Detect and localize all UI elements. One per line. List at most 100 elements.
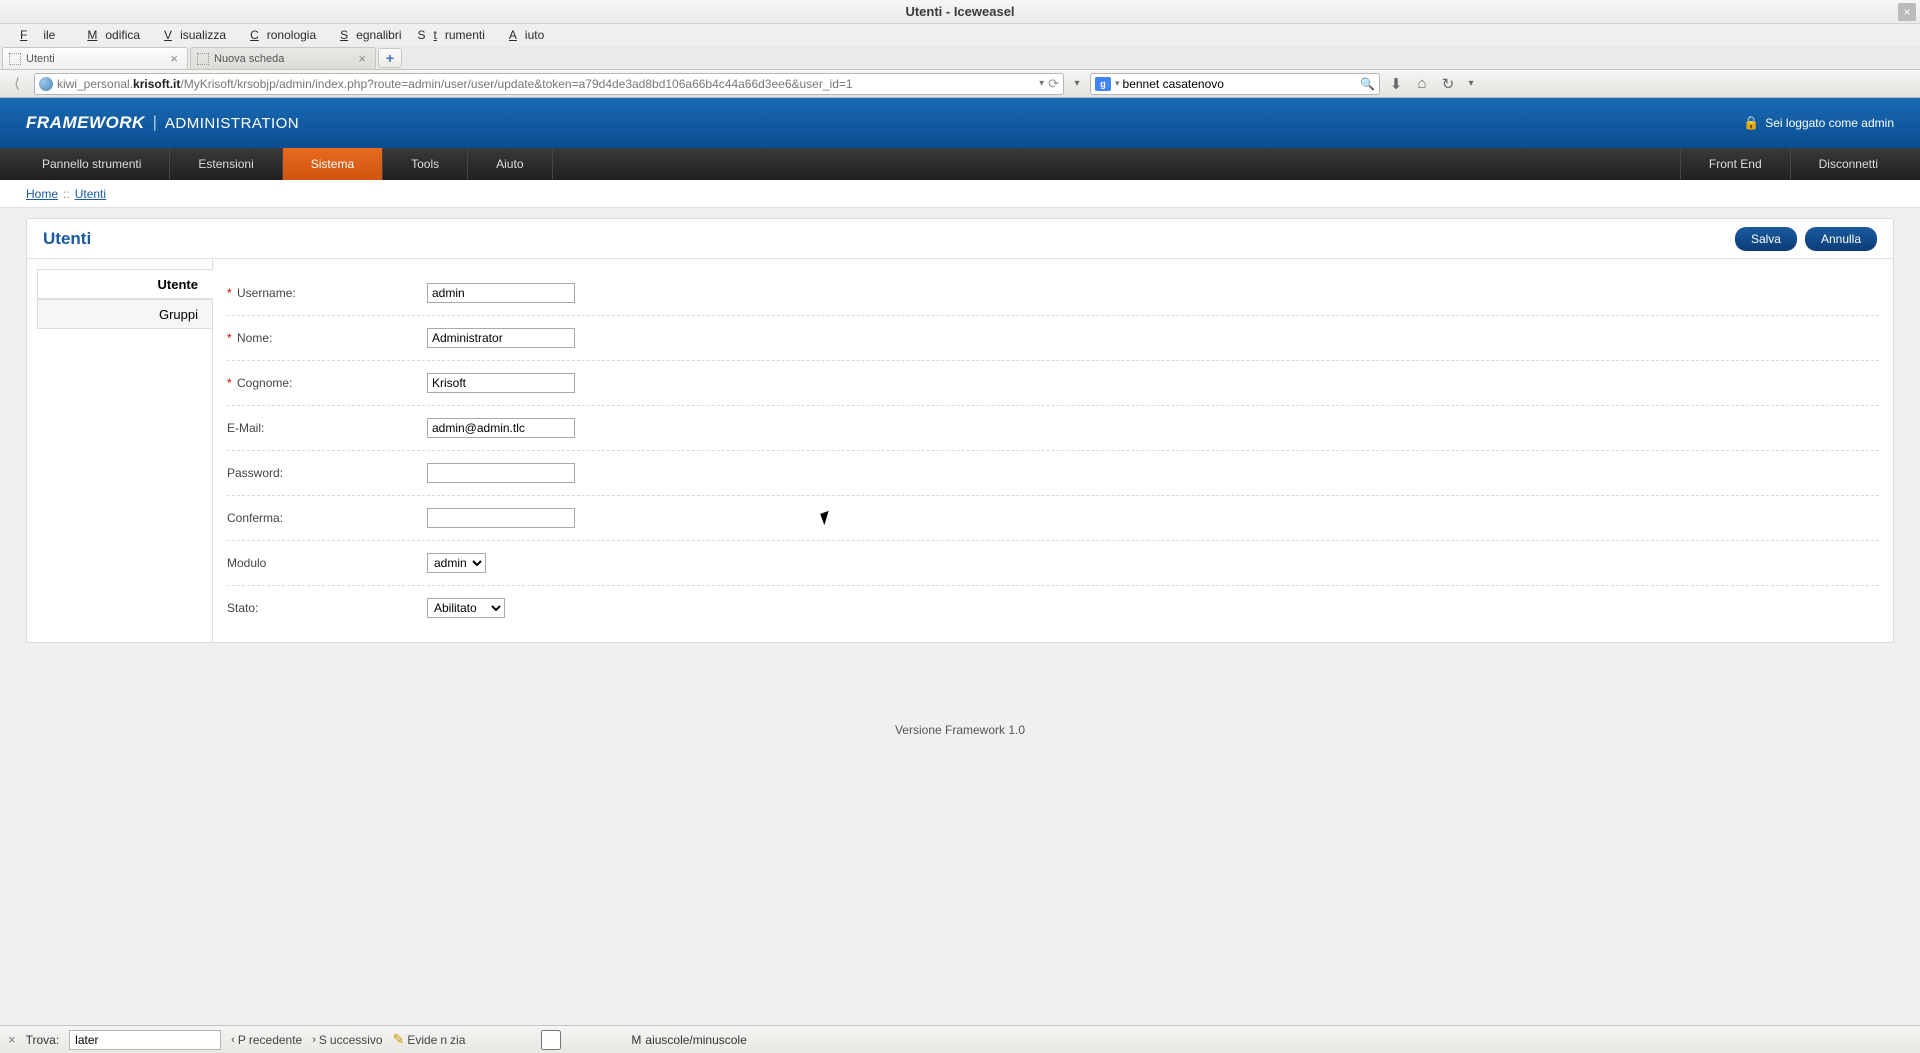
nav-tools[interactable]: Tools [383, 148, 468, 180]
favicon-placeholder-icon [197, 53, 209, 65]
findbar-input[interactable] [69, 1030, 221, 1050]
row-nome: * Nome: [227, 316, 1879, 361]
breadcrumb-separator: :: [63, 187, 70, 201]
row-email: E-Mail: [227, 406, 1879, 451]
content-panel: Utenti Salva Annulla Utente Gruppi * Use… [26, 218, 1894, 643]
annulla-button[interactable]: Annulla [1805, 227, 1877, 251]
input-password[interactable] [427, 463, 575, 483]
downloads-icon[interactable]: ⬇ [1386, 74, 1406, 94]
breadcrumb: Home :: Utenti [0, 180, 1920, 208]
tab-label: Utenti [26, 53, 55, 65]
tab-close-icon[interactable]: × [355, 51, 369, 66]
row-password: Password: [227, 451, 1879, 496]
brand-subtitle: ADMINISTRATION [165, 115, 299, 132]
home-icon[interactable]: ⌂ [1412, 74, 1432, 94]
menu-cronologia[interactable]: Cronologia [234, 26, 324, 44]
label-nome: Nome: [237, 331, 272, 345]
nav-estensioni[interactable]: Estensioni [170, 148, 282, 180]
label-cognome: Cognome: [237, 376, 292, 390]
address-bar[interactable]: kiwi_personal.krisoft.it/MyKrisoft/krsob… [34, 73, 1064, 95]
history-dropdown-icon[interactable]: ▾ [1070, 78, 1084, 89]
search-box[interactable]: g ▾ 🔍 [1090, 73, 1380, 95]
brand-logo: FRAMEWORK [26, 113, 145, 133]
label-email: E-Mail: [227, 421, 264, 435]
row-username: * Username: [227, 271, 1879, 316]
menu-segnalibri[interactable]: Segnalibri [324, 26, 409, 44]
sidetab-gruppi[interactable]: Gruppi [37, 299, 213, 329]
nav-back-button[interactable]: ⟨ [6, 73, 28, 95]
nav-sistema[interactable]: Sistema [283, 148, 383, 180]
findbar-label: Trova: [26, 1033, 60, 1047]
row-stato: Stato: Abilitato [227, 586, 1879, 630]
form-area: * Username: * Nome: * Cognome: E-Mail: P… [212, 259, 1893, 642]
admin-nav: Pannello strumenti Estensioni Sistema To… [0, 148, 1920, 180]
label-conferma: Conferma: [227, 511, 283, 525]
overflow-dropdown-icon[interactable]: ▾ [1464, 78, 1478, 89]
refresh-icon[interactable]: ⟳ [1048, 76, 1059, 92]
findbar-case-checkbox-label[interactable]: Maiuscole/minuscole [475, 1030, 746, 1050]
sync-icon[interactable]: ↻ [1438, 74, 1458, 94]
window-title: Utenti - Iceweasel [905, 4, 1014, 19]
findbar-next-button[interactable]: › Successivo [312, 1033, 382, 1047]
findbar-prev-button[interactable]: ‹ Precedente [231, 1033, 302, 1047]
menu-modifica[interactable]: Modifica [71, 26, 148, 44]
nav-front-end[interactable]: Front End [1680, 148, 1790, 180]
menu-strumenti[interactable]: Strumenti [410, 26, 493, 44]
tab-label: Nuova scheda [214, 53, 284, 65]
input-conferma[interactable] [427, 508, 575, 528]
menu-visualizza[interactable]: Visualizza [148, 26, 234, 44]
new-tab-button[interactable]: + [378, 48, 402, 68]
favicon-placeholder-icon [9, 53, 21, 65]
menu-aiuto[interactable]: Aiuto [493, 26, 552, 44]
search-input[interactable] [1123, 77, 1361, 91]
breadcrumb-home[interactable]: Home [26, 187, 58, 201]
panel-body: Utente Gruppi * Username: * Nome: * Cogn… [27, 259, 1893, 642]
select-modulo[interactable]: admin [427, 553, 486, 573]
input-email[interactable] [427, 418, 575, 438]
browser-menubar: File Modifica Visualizza Cronologia Segn… [0, 24, 1920, 46]
globe-icon [39, 77, 53, 91]
select-stato[interactable]: Abilitato [427, 598, 505, 618]
window-close-button[interactable]: × [1898, 3, 1916, 21]
nav-disconnetti[interactable]: Disconnetti [1790, 148, 1906, 180]
find-bar: × Trova: ‹ Precedente › Successivo ✎Evid… [0, 1025, 1920, 1053]
search-engine-dropdown-icon[interactable]: ▾ [1115, 78, 1120, 89]
lock-icon: 🔒 [1743, 115, 1759, 131]
dropdown-icon[interactable]: ▾ [1039, 78, 1044, 89]
findbar-case-checkbox[interactable] [475, 1030, 627, 1050]
page-title: Utenti [43, 229, 91, 249]
findbar-highlight-button[interactable]: ✎Evidenzia [393, 1031, 466, 1048]
label-password: Password: [227, 466, 283, 480]
logged-in-text: Sei loggato come admin [1765, 116, 1894, 130]
tab-strip: Utenti × Nuova scheda × + [0, 46, 1920, 70]
admin-header: FRAMEWORK | ADMINISTRATION 🔒 Sei loggato… [0, 98, 1920, 148]
tab-close-icon[interactable]: × [167, 51, 181, 66]
row-cognome: * Cognome: [227, 361, 1879, 406]
tab-nuova-scheda[interactable]: Nuova scheda × [190, 47, 376, 69]
tab-utenti[interactable]: Utenti × [2, 47, 188, 69]
menu-file[interactable]: File [4, 26, 71, 44]
label-stato: Stato: [227, 601, 258, 615]
input-username[interactable] [427, 283, 575, 303]
footer-version: Versione Framework 1.0 [0, 723, 1920, 737]
findbar-close-icon[interactable]: × [8, 1032, 16, 1047]
input-cognome[interactable] [427, 373, 575, 393]
label-username: Username: [237, 286, 296, 300]
breadcrumb-current[interactable]: Utenti [75, 187, 106, 201]
search-submit-icon[interactable]: 🔍 [1360, 77, 1375, 91]
window-titlebar: Utenti - Iceweasel × [0, 0, 1920, 24]
brand-separator: | [153, 114, 157, 132]
salva-button[interactable]: Salva [1735, 227, 1797, 251]
nav-pannello-strumenti[interactable]: Pannello strumenti [14, 148, 170, 180]
label-modulo: Modulo [227, 556, 266, 570]
url-text: kiwi_personal.krisoft.it/MyKrisoft/krsob… [57, 77, 1039, 91]
sidetab-utente[interactable]: Utente [37, 269, 213, 299]
url-toolbar: ⟨ kiwi_personal.krisoft.it/MyKrisoft/krs… [0, 70, 1920, 98]
row-conferma: Conferma: [227, 496, 1879, 541]
nav-aiuto[interactable]: Aiuto [468, 148, 552, 180]
panel-header: Utenti Salva Annulla [27, 219, 1893, 259]
row-modulo: Modulo admin [227, 541, 1879, 586]
input-nome[interactable] [427, 328, 575, 348]
google-search-icon: g [1095, 77, 1111, 91]
side-tabs: Utente Gruppi [27, 259, 213, 642]
